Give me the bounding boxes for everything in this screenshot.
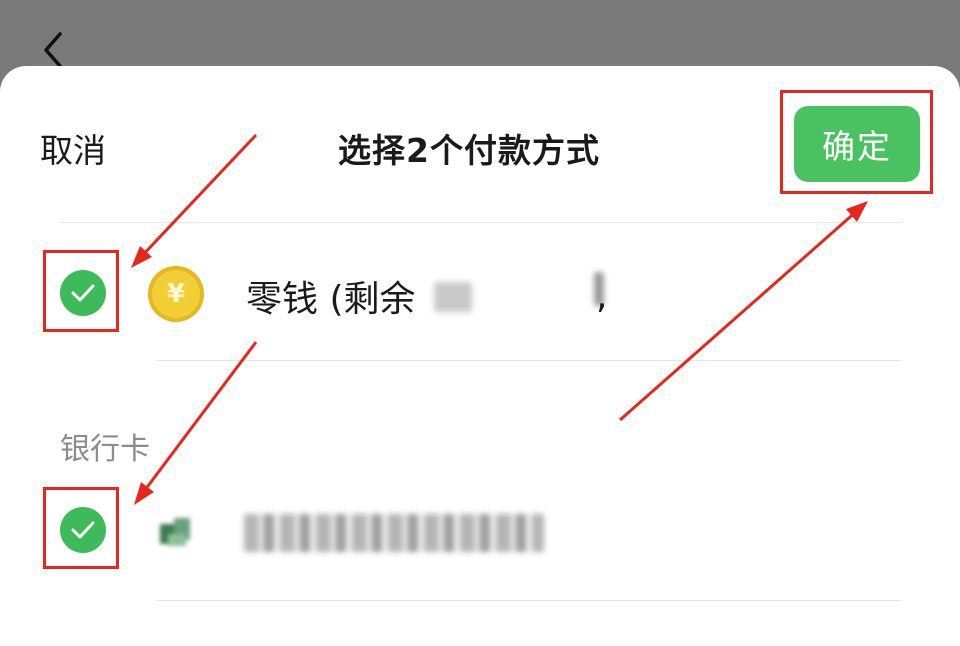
coin-symbol: ¥ — [166, 279, 186, 309]
change-option-label[interactable]: 零钱 (剩余 — [246, 270, 416, 322]
checkmark-icon — [71, 521, 95, 539]
checkmark-icon — [71, 284, 95, 302]
chevron-left-icon — [44, 32, 62, 68]
cancel-button[interactable]: 取消 — [40, 124, 106, 172]
redacted-bank-card-name[interactable] — [244, 514, 544, 552]
bank-card-section-label: 银行卡 — [60, 432, 150, 467]
change-select-checkbox[interactable] — [60, 270, 106, 316]
redacted-balance — [434, 282, 472, 312]
change-label-text: 零钱 (剩余 — [246, 279, 416, 320]
row-divider — [156, 360, 902, 361]
sheet-title: 选择2个付款方式 — [338, 131, 600, 170]
change-label-suffix: , — [596, 276, 608, 317]
bottom-divider — [156, 600, 902, 601]
header-divider — [60, 222, 902, 223]
bank-card-select-checkbox[interactable] — [60, 507, 106, 553]
bank-logo-icon — [160, 518, 190, 546]
back-button[interactable] — [38, 30, 68, 70]
confirm-button[interactable]: 确定 — [794, 106, 920, 182]
yuan-coin-icon: ¥ — [148, 266, 204, 322]
